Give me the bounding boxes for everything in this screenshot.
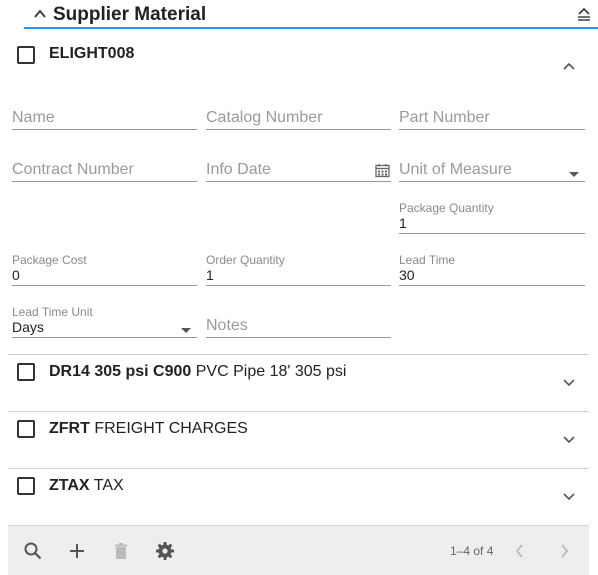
item-code: ELIGHT008	[49, 45, 135, 62]
notes-placeholder: Notes	[206, 317, 248, 334]
section-title: Supplier Material	[53, 4, 207, 25]
chevron-down-icon[interactable]	[562, 376, 576, 390]
footer-toolbar: 1–4 of 4	[8, 525, 589, 575]
search-icon[interactable]	[23, 541, 43, 561]
lead-time-unit-label: Lead Time Unit	[12, 305, 93, 319]
contract-number-field[interactable]: Contract Number	[12, 161, 197, 182]
dropdown-arrow-icon	[181, 328, 191, 333]
row-divider	[8, 468, 589, 469]
package-quantity-field[interactable]: Package Quantity 1	[399, 201, 585, 234]
unit-of-measure-select[interactable]: Unit of Measure	[399, 161, 585, 182]
contract-number-placeholder: Contract Number	[12, 161, 134, 178]
row-divider	[8, 411, 589, 412]
delete-icon[interactable]	[111, 541, 131, 561]
lead-time-unit-select[interactable]: Lead Time Unit Days	[12, 305, 197, 338]
dropdown-arrow-icon	[569, 172, 579, 177]
item-checkbox[interactable]	[17, 363, 35, 381]
info-date-field[interactable]: Info Date	[206, 161, 391, 182]
item-checkbox[interactable]	[17, 477, 35, 495]
lead-time-field[interactable]: Lead Time 30	[399, 253, 585, 286]
row-divider	[8, 354, 589, 355]
part-number-placeholder: Part Number	[399, 109, 490, 126]
chevron-down-icon[interactable]	[562, 433, 576, 447]
chevron-down-icon[interactable]	[562, 490, 576, 504]
chevron-up-icon[interactable]	[33, 7, 47, 21]
header-accent-line	[24, 27, 598, 29]
item-title: ZTAX TAX	[49, 477, 124, 495]
name-field[interactable]: Name	[12, 109, 197, 130]
item-description: PVC Pipe 18' 305 psi	[191, 363, 347, 380]
order-quantity-value: 1	[206, 267, 214, 283]
item-description: FREIGHT CHARGES	[89, 420, 248, 437]
package-cost-label: Package Cost	[12, 253, 87, 267]
item-title: ZFRT FREIGHT CHARGES	[49, 420, 248, 438]
package-cost-field[interactable]: Package Cost 0	[12, 253, 197, 286]
chevron-up-icon[interactable]	[562, 59, 576, 73]
item-code: ZTAX	[49, 477, 90, 494]
item-code: DR14 305 psi C900	[49, 363, 192, 380]
item-code: ZFRT	[49, 420, 90, 437]
item-checkbox[interactable]	[17, 420, 35, 438]
package-cost-value: 0	[12, 267, 20, 283]
item-title: DR14 305 psi C900 PVC Pipe 18' 305 psi	[49, 363, 346, 381]
package-quantity-value: 1	[399, 215, 407, 231]
collapse-all-icon[interactable]	[576, 6, 592, 22]
notes-field[interactable]: Notes	[206, 317, 391, 338]
pagination-label: 1–4 of 4	[450, 544, 494, 558]
item-title: ELIGHT008	[49, 45, 134, 63]
package-quantity-label: Package Quantity	[399, 201, 494, 215]
lead-time-value: 30	[399, 267, 415, 283]
chevron-left-icon[interactable]	[510, 541, 530, 561]
catalog-number-field[interactable]: Catalog Number	[206, 109, 391, 130]
unit-of-measure-placeholder: Unit of Measure	[399, 161, 512, 178]
add-icon[interactable]	[67, 541, 87, 561]
catalog-number-placeholder: Catalog Number	[206, 109, 323, 126]
part-number-field[interactable]: Part Number	[399, 109, 585, 130]
order-quantity-field[interactable]: Order Quantity 1	[206, 253, 391, 286]
item-checkbox[interactable]	[17, 46, 35, 64]
section-header: Supplier Material	[0, 0, 598, 30]
calendar-icon[interactable]	[375, 163, 390, 178]
settings-icon[interactable]	[155, 541, 175, 561]
info-date-placeholder: Info Date	[206, 161, 271, 178]
order-quantity-label: Order Quantity	[206, 253, 285, 267]
lead-time-unit-value: Days	[12, 319, 44, 335]
item-description: TAX	[89, 477, 124, 494]
chevron-right-icon[interactable]	[554, 541, 574, 561]
name-placeholder: Name	[12, 109, 55, 126]
lead-time-label: Lead Time	[399, 253, 456, 267]
